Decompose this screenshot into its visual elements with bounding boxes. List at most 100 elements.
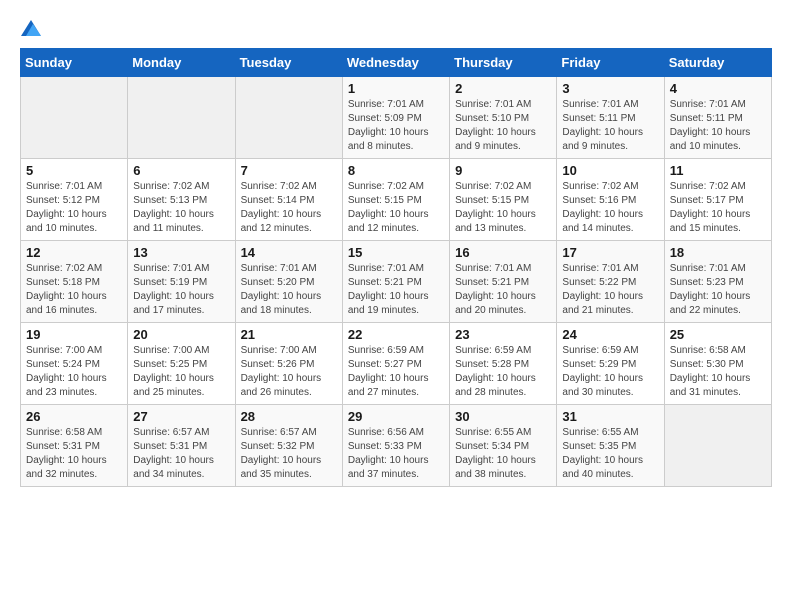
weekday-header: Thursday [450,49,557,77]
day-info: Sunrise: 7:01 AM Sunset: 5:10 PM Dayligh… [455,98,551,154]
day-number: 24 [562,327,658,342]
day-number: 23 [455,327,551,342]
calendar-cell: 2 Sunrise: 7:01 AM Sunset: 5:10 PM Daylig… [450,77,557,159]
calendar-cell: 17Sunrise: 7:01 AM Sunset: 5:22 PM Dayli… [557,241,664,323]
day-info: Sunrise: 6:57 AM Sunset: 5:31 PM Dayligh… [133,426,229,482]
day-number: 14 [241,245,337,260]
calendar-cell: 29 Sunrise: 6:56 AM Sunset: 5:33 PM Dayli… [342,405,449,487]
day-info: Sunrise: 7:01 AM Sunset: 5:23 PM Dayligh… [670,262,766,318]
day-number: 22 [348,327,444,342]
day-info: Sunrise: 7:01 AM Sunset: 5:11 PM Dayligh… [562,98,658,154]
calendar-cell: 3 Sunrise: 7:01 AM Sunset: 5:11 PM Daylig… [557,77,664,159]
day-info: Sunrise: 7:01 AM Sunset: 5:21 PM Dayligh… [348,262,444,318]
calendar-table: SundayMondayTuesdayWednesdayThursdayFrid… [20,48,772,487]
day-info: Sunrise: 7:01 AM Sunset: 5:11 PM Dayligh… [670,98,766,154]
day-number: 31 [562,409,658,424]
day-info: Sunrise: 7:02 AM Sunset: 5:14 PM Dayligh… [241,180,337,236]
logo [20,20,42,32]
day-info: Sunrise: 6:57 AM Sunset: 5:32 PM Dayligh… [241,426,337,482]
day-number: 30 [455,409,551,424]
calendar-cell [664,405,771,487]
calendar-cell [21,77,128,159]
weekday-header: Saturday [664,49,771,77]
day-number: 12 [26,245,122,260]
day-number: 25 [670,327,766,342]
calendar-week-row: 19 Sunrise: 7:00 AM Sunset: 5:24 PM Dayli… [21,323,772,405]
day-info: Sunrise: 7:01 AM Sunset: 5:19 PM Dayligh… [133,262,229,318]
day-number: 6 [133,163,229,178]
day-info: Sunrise: 7:01 AM Sunset: 5:09 PM Dayligh… [348,98,444,154]
day-number: 18 [670,245,766,260]
calendar-cell: 22 Sunrise: 6:59 AM Sunset: 5:27 PM Dayli… [342,323,449,405]
calendar-cell: 4 Sunrise: 7:01 AM Sunset: 5:11 PM Daylig… [664,77,771,159]
calendar-cell: 24 Sunrise: 6:59 AM Sunset: 5:29 PM Dayli… [557,323,664,405]
day-info: Sunrise: 6:55 AM Sunset: 5:34 PM Dayligh… [455,426,551,482]
calendar-cell: 25 Sunrise: 6:58 AM Sunset: 5:30 PM Dayli… [664,323,771,405]
day-number: 28 [241,409,337,424]
calendar-cell: 5 Sunrise: 7:01 AM Sunset: 5:12 PM Daylig… [21,159,128,241]
day-info: Sunrise: 7:02 AM Sunset: 5:16 PM Dayligh… [562,180,658,236]
page-header [20,20,772,32]
day-info: Sunrise: 6:59 AM Sunset: 5:28 PM Dayligh… [455,344,551,400]
day-info: Sunrise: 6:56 AM Sunset: 5:33 PM Dayligh… [348,426,444,482]
day-info: Sunrise: 6:58 AM Sunset: 5:31 PM Dayligh… [26,426,122,482]
day-info: Sunrise: 7:02 AM Sunset: 5:17 PM Dayligh… [670,180,766,236]
calendar-week-row: 26 Sunrise: 6:58 AM Sunset: 5:31 PM Dayli… [21,405,772,487]
calendar-cell: 7 Sunrise: 7:02 AM Sunset: 5:14 PM Daylig… [235,159,342,241]
calendar-cell: 10Sunrise: 7:02 AM Sunset: 5:16 PM Dayli… [557,159,664,241]
day-info: Sunrise: 7:02 AM Sunset: 5:18 PM Dayligh… [26,262,122,318]
day-info: Sunrise: 7:02 AM Sunset: 5:15 PM Dayligh… [455,180,551,236]
calendar-cell: 6 Sunrise: 7:02 AM Sunset: 5:13 PM Daylig… [128,159,235,241]
calendar-cell [128,77,235,159]
calendar-cell: 28 Sunrise: 6:57 AM Sunset: 5:32 PM Dayli… [235,405,342,487]
calendar-cell [235,77,342,159]
day-info: Sunrise: 7:02 AM Sunset: 5:15 PM Dayligh… [348,180,444,236]
calendar-cell: 12 Sunrise: 7:02 AM Sunset: 5:18 PM Dayli… [21,241,128,323]
day-info: Sunrise: 7:01 AM Sunset: 5:22 PM Dayligh… [562,262,658,318]
day-number: 21 [241,327,337,342]
day-number: 26 [26,409,122,424]
day-info: Sunrise: 6:59 AM Sunset: 5:29 PM Dayligh… [562,344,658,400]
day-number: 2 [455,81,551,96]
weekday-header: Friday [557,49,664,77]
calendar-cell: 30 Sunrise: 6:55 AM Sunset: 5:34 PM Dayli… [450,405,557,487]
day-info: Sunrise: 7:01 AM Sunset: 5:12 PM Dayligh… [26,180,122,236]
day-info: Sunrise: 6:58 AM Sunset: 5:30 PM Dayligh… [670,344,766,400]
day-number: 9 [455,163,551,178]
day-number: 7 [241,163,337,178]
day-number: 4 [670,81,766,96]
day-info: Sunrise: 7:00 AM Sunset: 5:26 PM Dayligh… [241,344,337,400]
calendar-cell: 13 Sunrise: 7:01 AM Sunset: 5:19 PM Dayli… [128,241,235,323]
weekday-header: Sunday [21,49,128,77]
day-number: 5 [26,163,122,178]
calendar-cell: 16 Sunrise: 7:01 AM Sunset: 5:21 PM Dayli… [450,241,557,323]
day-number: 16 [455,245,551,260]
day-number: 3 [562,81,658,96]
calendar-header-row: SundayMondayTuesdayWednesdayThursdayFrid… [21,49,772,77]
calendar-cell: 20Sunrise: 7:00 AM Sunset: 5:25 PM Dayli… [128,323,235,405]
calendar-week-row: 5 Sunrise: 7:01 AM Sunset: 5:12 PM Daylig… [21,159,772,241]
calendar-cell: 26 Sunrise: 6:58 AM Sunset: 5:31 PM Dayli… [21,405,128,487]
day-number: 29 [348,409,444,424]
day-info: Sunrise: 6:55 AM Sunset: 5:35 PM Dayligh… [562,426,658,482]
day-number: 19 [26,327,122,342]
day-info: Sunrise: 6:59 AM Sunset: 5:27 PM Dayligh… [348,344,444,400]
calendar-cell: 18 Sunrise: 7:01 AM Sunset: 5:23 PM Dayli… [664,241,771,323]
calendar-cell: 8Sunrise: 7:02 AM Sunset: 5:15 PM Daylig… [342,159,449,241]
day-info: Sunrise: 7:01 AM Sunset: 5:20 PM Dayligh… [241,262,337,318]
day-number: 27 [133,409,229,424]
day-info: Sunrise: 7:00 AM Sunset: 5:24 PM Dayligh… [26,344,122,400]
day-info: Sunrise: 7:02 AM Sunset: 5:13 PM Dayligh… [133,180,229,236]
day-number: 13 [133,245,229,260]
weekday-header: Wednesday [342,49,449,77]
calendar-week-row: 12 Sunrise: 7:02 AM Sunset: 5:18 PM Dayli… [21,241,772,323]
calendar-cell: 19 Sunrise: 7:00 AM Sunset: 5:24 PM Dayli… [21,323,128,405]
day-number: 1 [348,81,444,96]
calendar-cell: 23 Sunrise: 6:59 AM Sunset: 5:28 PM Dayli… [450,323,557,405]
calendar-cell: 9 Sunrise: 7:02 AM Sunset: 5:15 PM Daylig… [450,159,557,241]
calendar-cell: 27 Sunrise: 6:57 AM Sunset: 5:31 PM Dayli… [128,405,235,487]
weekday-header: Monday [128,49,235,77]
calendar-week-row: 1 Sunrise: 7:01 AM Sunset: 5:09 PM Daylig… [21,77,772,159]
day-info: Sunrise: 7:01 AM Sunset: 5:21 PM Dayligh… [455,262,551,318]
calendar-cell: 31 Sunrise: 6:55 AM Sunset: 5:35 PM Dayli… [557,405,664,487]
